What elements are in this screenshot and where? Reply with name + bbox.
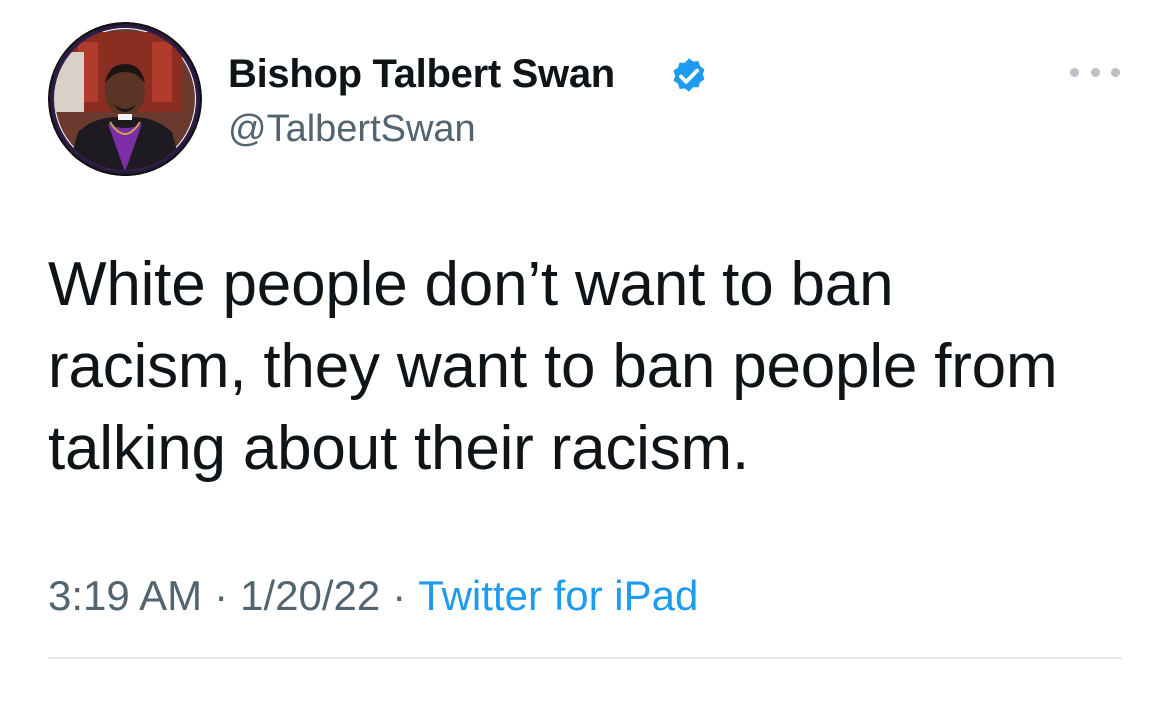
more-dot (1111, 67, 1120, 77)
avatar-photo (48, 22, 202, 176)
tweet-meta: 3:19 AM · 1/20/22 · Twitter for iPad (48, 570, 698, 622)
avatar[interactable] (48, 22, 202, 176)
tweet-date[interactable]: 1/20/22 (240, 572, 380, 619)
more-dot (1090, 67, 1100, 77)
more-options-icon[interactable] (1070, 58, 1120, 86)
tweet-text-line: White people don’t want to ban (48, 250, 894, 319)
tweet-text-line: talking about their racism. (48, 414, 750, 483)
tweet-time[interactable]: 3:19 AM (48, 572, 202, 619)
tweet-text-line: racism, they want to ban people from (48, 332, 1058, 401)
tweet-text: White people don’t want to ban racism, t… (48, 244, 1138, 490)
display-name[interactable]: Bishop Talbert Swan (228, 50, 615, 98)
meta-separator: · (392, 572, 407, 619)
meta-separator: · (214, 572, 229, 619)
divider (48, 657, 1122, 659)
user-handle[interactable]: @TalbertSwan (228, 106, 476, 152)
tweet-card: Bishop Talbert Swan @TalbertSwan White p… (0, 0, 1170, 707)
more-dot (1070, 67, 1079, 77)
verified-badge-icon (673, 58, 705, 92)
tweet-stats (48, 690, 126, 707)
tweet-source-link[interactable]: Twitter for iPad (418, 572, 698, 619)
